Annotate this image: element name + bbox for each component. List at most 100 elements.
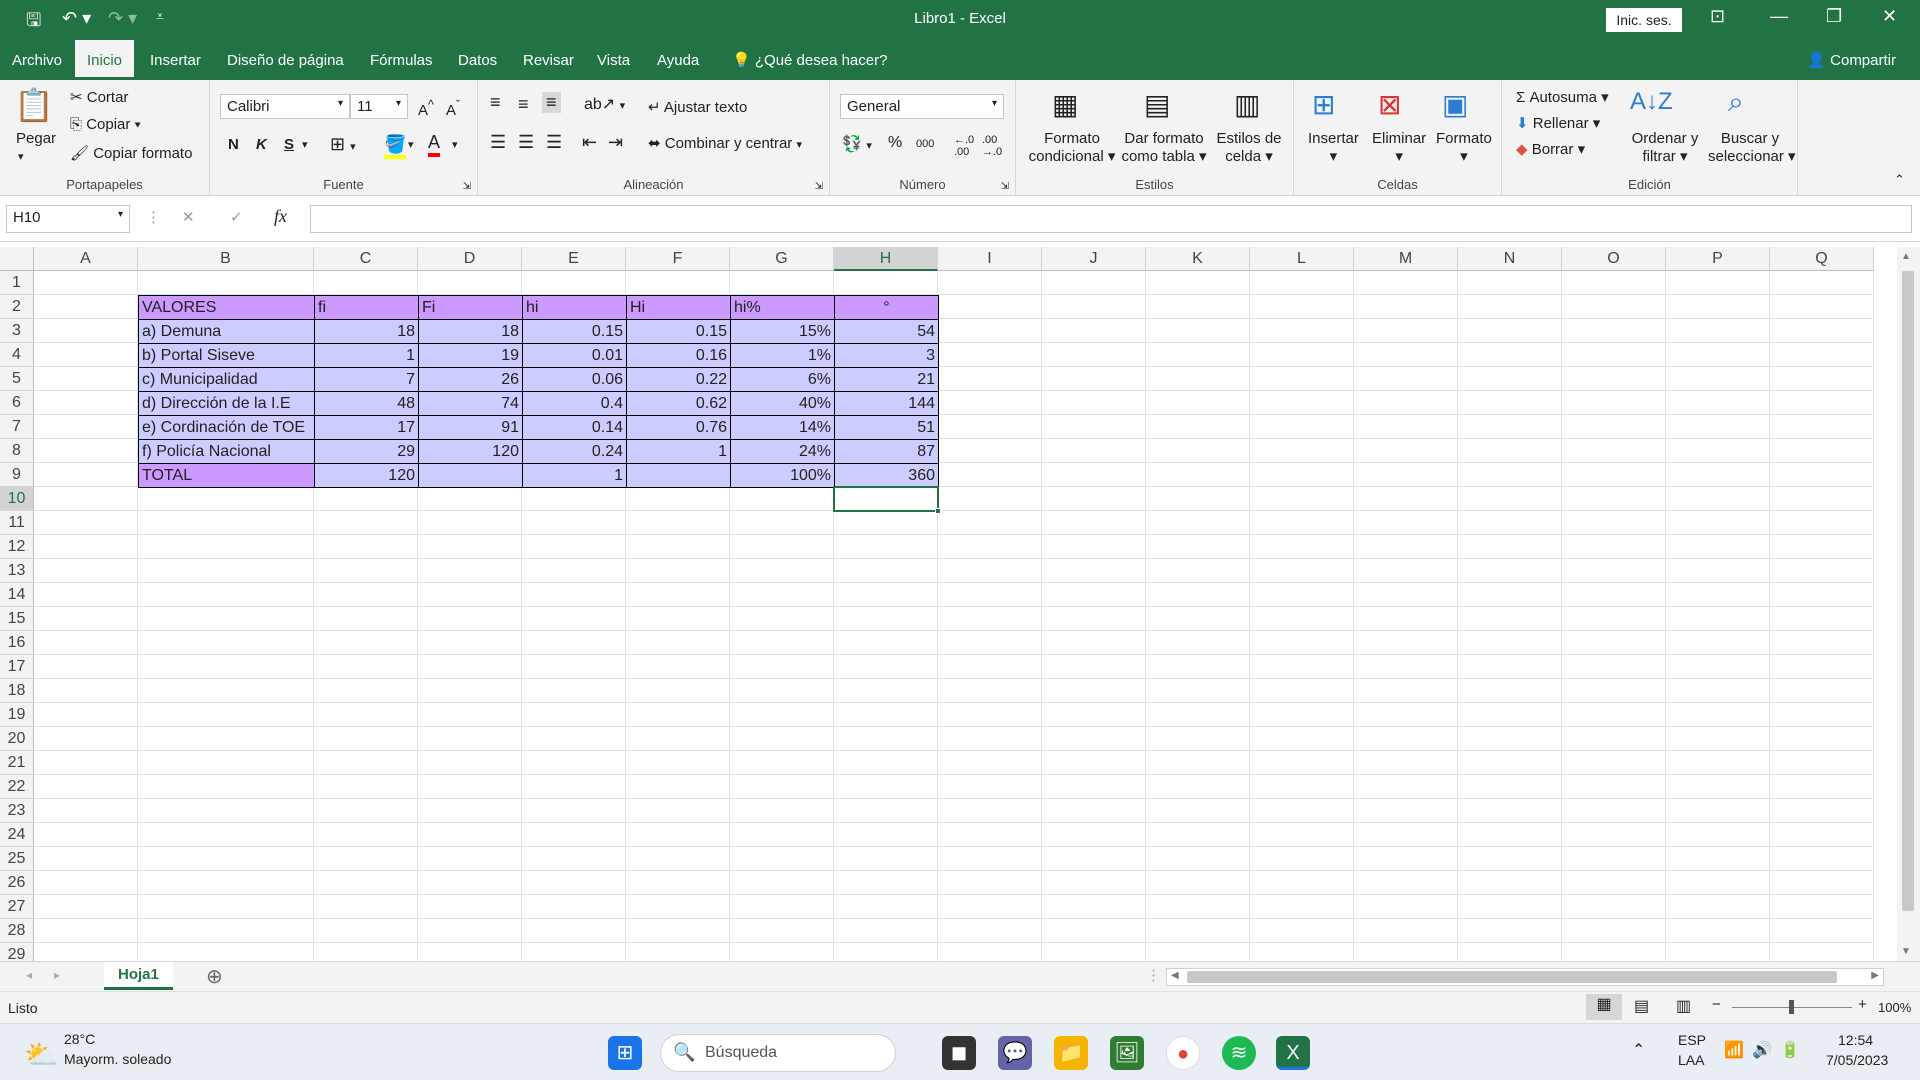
cell-c25[interactable] bbox=[314, 847, 418, 871]
cell-p28[interactable] bbox=[1666, 919, 1770, 943]
cell-o16[interactable] bbox=[1562, 631, 1666, 655]
cell-i28[interactable] bbox=[938, 919, 1042, 943]
table-cell-h5[interactable]: 21 bbox=[834, 367, 939, 392]
cell-c17[interactable] bbox=[314, 655, 418, 679]
bold-button[interactable]: N bbox=[228, 136, 239, 153]
cell-d26[interactable] bbox=[418, 871, 522, 895]
close-icon[interactable]: ✕ bbox=[1882, 6, 1897, 27]
cell-q26[interactable] bbox=[1770, 871, 1874, 895]
format-as-table-button[interactable]: Dar formato como tabla ▾ bbox=[1120, 130, 1208, 165]
cell-l21[interactable] bbox=[1250, 751, 1354, 775]
formula-input[interactable] bbox=[310, 205, 1912, 233]
cell-e12[interactable] bbox=[522, 535, 626, 559]
cell-c21[interactable] bbox=[314, 751, 418, 775]
cell-a8[interactable] bbox=[34, 439, 138, 463]
scroll-right-icon[interactable]: ▶ bbox=[1871, 970, 1879, 981]
row-header-9[interactable]: 9 bbox=[0, 463, 34, 487]
column-header-i[interactable]: I bbox=[938, 247, 1042, 271]
scroll-left-icon[interactable]: ◀ bbox=[1171, 970, 1179, 981]
cell-b13[interactable] bbox=[138, 559, 314, 583]
cell-m15[interactable] bbox=[1354, 607, 1458, 631]
name-box[interactable]: H10 ▾ bbox=[6, 205, 130, 233]
cell-q10[interactable] bbox=[1770, 487, 1874, 511]
row-header-27[interactable]: 27 bbox=[0, 895, 34, 919]
cell-n28[interactable] bbox=[1458, 919, 1562, 943]
table-cell-e6[interactable]: 0.4 bbox=[522, 391, 627, 416]
table-cell-e5[interactable]: 0.06 bbox=[522, 367, 627, 392]
cell-i6[interactable] bbox=[938, 391, 1042, 415]
cell-h14[interactable] bbox=[834, 583, 938, 607]
cell-k27[interactable] bbox=[1146, 895, 1250, 919]
cell-m3[interactable] bbox=[1354, 319, 1458, 343]
cell-a5[interactable] bbox=[34, 367, 138, 391]
cell-m13[interactable] bbox=[1354, 559, 1458, 583]
table-cell-b2[interactable]: VALORES bbox=[138, 295, 315, 320]
cell-c11[interactable] bbox=[314, 511, 418, 535]
cell-o26[interactable] bbox=[1562, 871, 1666, 895]
table-cell-g6[interactable]: 40% bbox=[730, 391, 835, 416]
scroll-down-icon[interactable]: ▼ bbox=[1901, 946, 1911, 957]
cell-n17[interactable] bbox=[1458, 655, 1562, 679]
find-select-button[interactable]: Buscar y seleccionar ▾ bbox=[1708, 130, 1796, 165]
cell-c27[interactable] bbox=[314, 895, 418, 919]
cell-a11[interactable] bbox=[34, 511, 138, 535]
wrap-text-button[interactable]: ↵ Ajustar texto bbox=[648, 98, 747, 116]
cell-l27[interactable] bbox=[1250, 895, 1354, 919]
cell-i26[interactable] bbox=[938, 871, 1042, 895]
cell-e11[interactable] bbox=[522, 511, 626, 535]
cell-o27[interactable] bbox=[1562, 895, 1666, 919]
cell-o15[interactable] bbox=[1562, 607, 1666, 631]
cell-l11[interactable] bbox=[1250, 511, 1354, 535]
format-cells-button[interactable]: Formato ▾ bbox=[1436, 130, 1492, 165]
cell-p12[interactable] bbox=[1666, 535, 1770, 559]
cell-n14[interactable] bbox=[1458, 583, 1562, 607]
cell-f20[interactable] bbox=[626, 727, 730, 751]
page-layout-view-icon[interactable]: ▤ bbox=[1634, 996, 1649, 1016]
cell-q3[interactable] bbox=[1770, 319, 1874, 343]
column-header-d[interactable]: D bbox=[418, 247, 522, 271]
cell-p9[interactable] bbox=[1666, 463, 1770, 487]
cell-o4[interactable] bbox=[1562, 343, 1666, 367]
cell-f24[interactable] bbox=[626, 823, 730, 847]
cell-i14[interactable] bbox=[938, 583, 1042, 607]
cell-e22[interactable] bbox=[522, 775, 626, 799]
cell-l17[interactable] bbox=[1250, 655, 1354, 679]
cell-l16[interactable] bbox=[1250, 631, 1354, 655]
delete-cells-icon[interactable]: ⊠ bbox=[1378, 88, 1401, 121]
cell-h15[interactable] bbox=[834, 607, 938, 631]
cell-q24[interactable] bbox=[1770, 823, 1874, 847]
cell-g19[interactable] bbox=[730, 703, 834, 727]
cell-c20[interactable] bbox=[314, 727, 418, 751]
cell-i13[interactable] bbox=[938, 559, 1042, 583]
cell-a22[interactable] bbox=[34, 775, 138, 799]
align-bottom-icon[interactable]: ≡ bbox=[542, 92, 561, 113]
cell-f22[interactable] bbox=[626, 775, 730, 799]
column-header-j[interactable]: J bbox=[1042, 247, 1146, 271]
table-cell-b5[interactable]: c) Municipalidad bbox=[138, 367, 315, 392]
cell-p27[interactable] bbox=[1666, 895, 1770, 919]
row-header-18[interactable]: 18 bbox=[0, 679, 34, 703]
fill-button[interactable]: ⬇ Rellenar ▾ bbox=[1516, 114, 1600, 132]
cell-h23[interactable] bbox=[834, 799, 938, 823]
cell-a4[interactable] bbox=[34, 343, 138, 367]
cell-b18[interactable] bbox=[138, 679, 314, 703]
font-size-dropdown[interactable]: 11 ▾ bbox=[350, 94, 408, 119]
table-cell-f6[interactable]: 0.62 bbox=[626, 391, 731, 416]
chevron-down-icon[interactable]: ▾ bbox=[302, 138, 308, 151]
cell-j4[interactable] bbox=[1042, 343, 1146, 367]
table-cell-g9[interactable]: 100% bbox=[730, 463, 835, 488]
row-header-24[interactable]: 24 bbox=[0, 823, 34, 847]
column-header-h[interactable]: H bbox=[834, 247, 938, 271]
cell-o23[interactable] bbox=[1562, 799, 1666, 823]
row-header-23[interactable]: 23 bbox=[0, 799, 34, 823]
cell-j21[interactable] bbox=[1042, 751, 1146, 775]
cell-a21[interactable] bbox=[34, 751, 138, 775]
cell-b14[interactable] bbox=[138, 583, 314, 607]
cell-o9[interactable] bbox=[1562, 463, 1666, 487]
cell-c1[interactable] bbox=[314, 271, 418, 295]
cell-p13[interactable] bbox=[1666, 559, 1770, 583]
table-cell-c3[interactable]: 18 bbox=[314, 319, 419, 344]
cell-a23[interactable] bbox=[34, 799, 138, 823]
cell-a10[interactable] bbox=[34, 487, 138, 511]
table-cell-f2[interactable]: Hi bbox=[626, 295, 731, 320]
